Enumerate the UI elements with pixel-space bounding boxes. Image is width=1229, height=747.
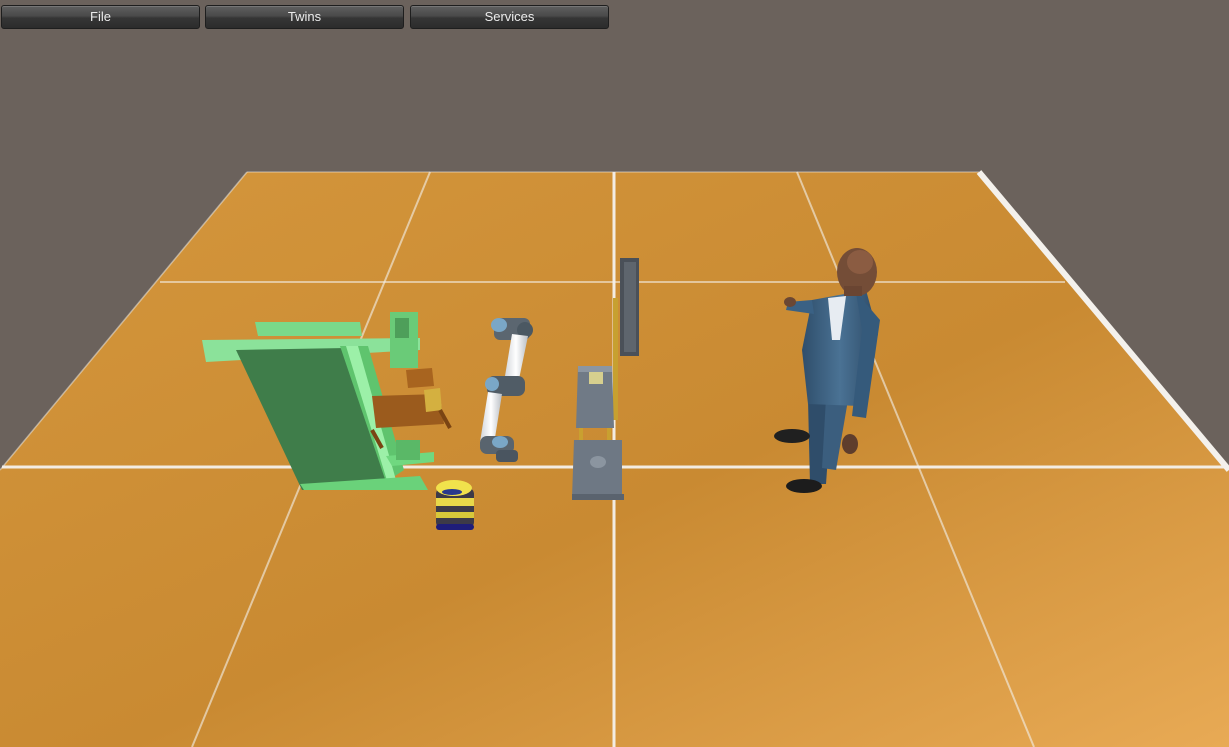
mobile-robot[interactable] <box>436 480 474 530</box>
file-menu-button[interactable]: File <box>1 5 200 29</box>
twins-menu-button[interactable]: Twins <box>205 5 404 29</box>
services-menu-button[interactable]: Services <box>410 5 609 29</box>
3d-viewport[interactable] <box>0 0 1229 747</box>
top-menu-bar: File Twins Services <box>0 0 1229 32</box>
